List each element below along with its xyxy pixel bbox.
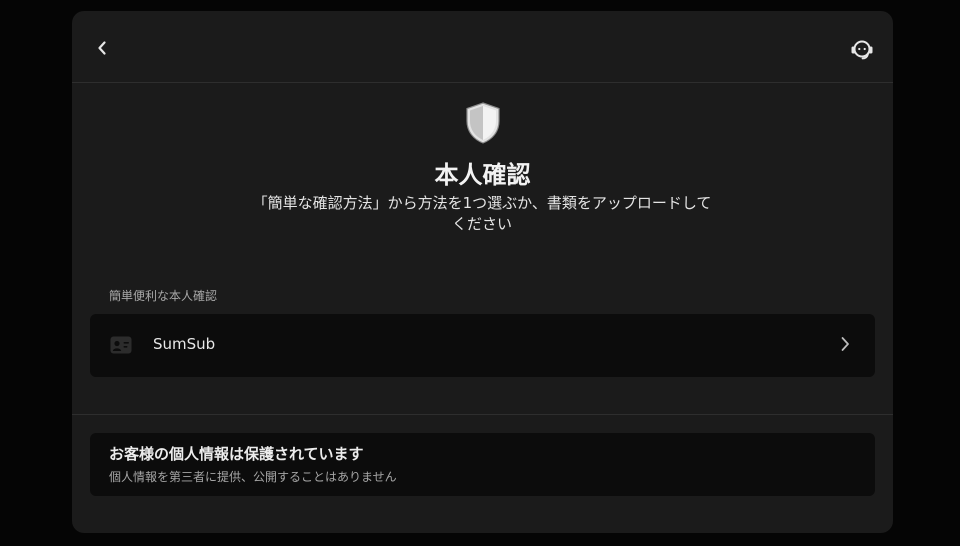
privacy-notice: お客様の個人情報は保護されています 個人情報を第三者に提供、公開することはありま… [90,433,875,496]
id-card-icon [110,336,132,354]
section-label: 簡単便利な本人確認 [109,289,218,303]
divider [72,414,893,415]
sumsub-option[interactable]: SumSub [90,314,875,377]
option-label: SumSub [153,335,216,353]
back-button[interactable] [92,38,112,58]
headset-support-icon [851,40,873,60]
support-button[interactable] [849,37,875,63]
verification-panel: 本人確認 「簡単な確認方法」から方法を1つ選ぶか、書類をアップロードしてください… [72,11,893,533]
chevron-right-icon [841,337,849,351]
privacy-description: 個人情報を第三者に提供、公開することはありません [109,470,397,484]
shield-icon [466,102,500,144]
chevron-left-icon [98,41,106,55]
page-title: 本人確認 [434,161,531,189]
page-subtitle: 「簡単な確認方法」から方法を1つ選ぶか、書類をアップロードしてください [252,194,712,233]
privacy-title: お客様の個人情報は保護されています [109,445,364,463]
top-bar [72,11,893,83]
